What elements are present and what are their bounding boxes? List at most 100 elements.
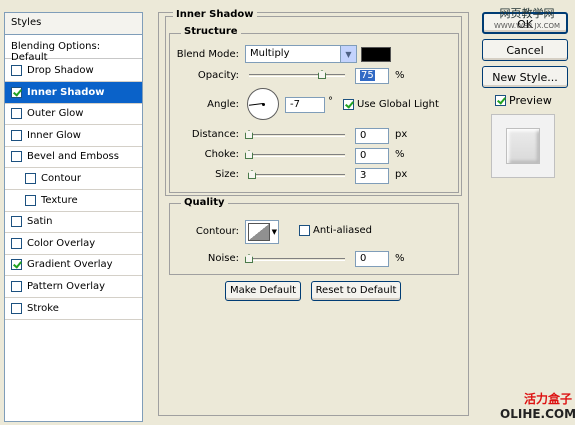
chevron-down-icon: ▼ [271, 228, 277, 236]
checkbox-icon[interactable] [25, 173, 36, 184]
structure-title: Structure [181, 26, 241, 37]
style-item-label: Texture [41, 194, 78, 206]
checkbox-icon[interactable] [25, 194, 36, 206]
style-item-contour[interactable]: Contour [5, 168, 142, 190]
noise-input[interactable]: 0 [355, 251, 389, 267]
noise-label: Noise: [207, 253, 239, 264]
angle-input[interactable]: -7 [285, 97, 325, 113]
preview-label: Preview [509, 94, 552, 107]
style-item-pattern-overlay[interactable]: Pattern Overlay [5, 276, 142, 298]
choke-unit: % [395, 149, 405, 160]
style-item-label: Pattern Overlay [27, 281, 106, 292]
checkbox-icon[interactable] [11, 237, 22, 249]
contour-label: Contour: [195, 226, 239, 237]
choke-input[interactable]: 0 [355, 148, 389, 164]
watermark-top-url: WWW.WEB JX.COM [493, 22, 561, 30]
preview-checkbox[interactable]: Preview [495, 94, 552, 107]
checkbox-icon[interactable] [11, 259, 22, 271]
style-preview-box [491, 114, 555, 178]
styles-list-panel: Styles Blending Options: Default Drop Sh… [4, 12, 143, 422]
style-preview-swatch [506, 128, 540, 164]
checkbox-icon[interactable] [11, 86, 22, 98]
choke-slider-track[interactable] [249, 154, 345, 157]
style-item-color-overlay[interactable]: Color Overlay [5, 233, 142, 255]
reset-to-default-button[interactable]: Reset to Default [311, 281, 401, 301]
style-item-label: Inner Shadow [27, 86, 105, 98]
noise-unit: % [395, 253, 405, 264]
size-label: Size: [215, 169, 239, 180]
styles-header[interactable]: Styles [5, 13, 142, 35]
style-item-satin[interactable]: Satin [5, 211, 142, 234]
angle-unit: ° [328, 96, 333, 107]
inner-shadow-title: Inner Shadow [173, 9, 257, 20]
distance-label: Distance: [191, 129, 239, 140]
style-item-bevel-and-emboss[interactable]: Bevel and Emboss [5, 146, 142, 169]
anti-aliased-label: Anti-aliased [313, 225, 373, 236]
size-unit: px [395, 169, 408, 180]
watermark-bottom-en: OLIHE.COM [500, 407, 575, 421]
style-item-label: Outer Glow [27, 108, 84, 120]
style-item-label: Inner Glow [27, 129, 81, 141]
quality-group [169, 203, 459, 275]
blend-mode-value: Multiply [250, 48, 290, 59]
size-input[interactable]: 3 [355, 168, 389, 184]
noise-slider-track[interactable] [249, 258, 345, 261]
checkbox-icon[interactable] [11, 65, 22, 76]
checkbox-icon[interactable] [11, 216, 22, 228]
opacity-value: 75 [360, 70, 375, 81]
use-global-light-checkbox[interactable]: Use Global Light [343, 99, 439, 110]
distance-slider-track[interactable] [249, 134, 345, 137]
style-item-label: Stroke [27, 302, 59, 314]
chevron-down-icon: ▼ [340, 46, 356, 62]
cancel-button[interactable]: Cancel [482, 39, 568, 61]
blending-options-item[interactable]: Blending Options: Default [5, 37, 142, 63]
style-item-label: Satin [27, 216, 53, 228]
angle-dial[interactable] [247, 88, 279, 120]
angle-dial-center [262, 103, 265, 106]
opacity-slider-track[interactable] [249, 74, 345, 77]
angle-label: Angle: [207, 99, 239, 110]
style-item-label: Gradient Overlay [27, 259, 113, 271]
use-global-light-label: Use Global Light [357, 99, 439, 110]
quality-title: Quality [181, 197, 228, 208]
style-item-label: Drop Shadow [27, 65, 94, 76]
anti-aliased-checkbox[interactable]: Anti-aliased [299, 225, 372, 236]
inner-shadow-panel: Inner Shadow Structure Blend Mode: Multi… [158, 9, 469, 416]
distance-unit: px [395, 129, 408, 140]
distance-input[interactable]: 0 [355, 128, 389, 144]
checkbox-icon[interactable] [11, 302, 22, 314]
style-item-inner-glow[interactable]: Inner Glow [5, 125, 142, 147]
style-item-stroke[interactable]: Stroke [5, 298, 142, 320]
opacity-label: Opacity: [197, 70, 239, 81]
style-item-texture[interactable]: Texture [5, 190, 142, 212]
blend-mode-select[interactable]: Multiply ▼ [245, 45, 357, 63]
blend-mode-label: Blend Mode: [176, 49, 239, 60]
angle-dial-needle [248, 103, 263, 106]
new-style-button[interactable]: New Style... [482, 66, 568, 88]
shadow-color-swatch[interactable] [361, 47, 391, 62]
checkbox-icon [495, 95, 506, 106]
contour-preview-icon [248, 223, 270, 241]
watermark-bottom-cn: 活力盒子 [523, 392, 572, 406]
checkbox-icon[interactable] [11, 151, 22, 163]
checkbox-icon [343, 99, 354, 110]
style-item-gradient-overlay[interactable]: Gradient Overlay [5, 254, 142, 277]
contour-picker[interactable]: ▼ [245, 220, 279, 244]
style-item-drop-shadow[interactable]: Drop Shadow [5, 60, 142, 82]
style-item-inner-shadow[interactable]: Inner Shadow [5, 81, 142, 104]
choke-label: Choke: [204, 149, 239, 160]
style-item-label: Color Overlay [27, 237, 96, 249]
style-item-outer-glow[interactable]: Outer Glow [5, 103, 142, 126]
style-item-label: Contour [41, 173, 81, 184]
watermark-top: 网页教学网 WWW.WEB JX.COM [487, 8, 567, 32]
checkbox-icon [299, 225, 310, 236]
checkbox-icon[interactable] [11, 108, 22, 120]
checkbox-icon[interactable] [11, 281, 22, 292]
size-slider-track[interactable] [249, 174, 345, 177]
make-default-button[interactable]: Make Default [225, 281, 301, 301]
watermark-top-cn: 网页教学网 [499, 7, 555, 20]
checkbox-icon[interactable] [11, 129, 22, 141]
style-item-label: Bevel and Emboss [27, 151, 119, 163]
opacity-unit: % [395, 70, 405, 81]
opacity-input[interactable]: 75 [355, 68, 389, 84]
